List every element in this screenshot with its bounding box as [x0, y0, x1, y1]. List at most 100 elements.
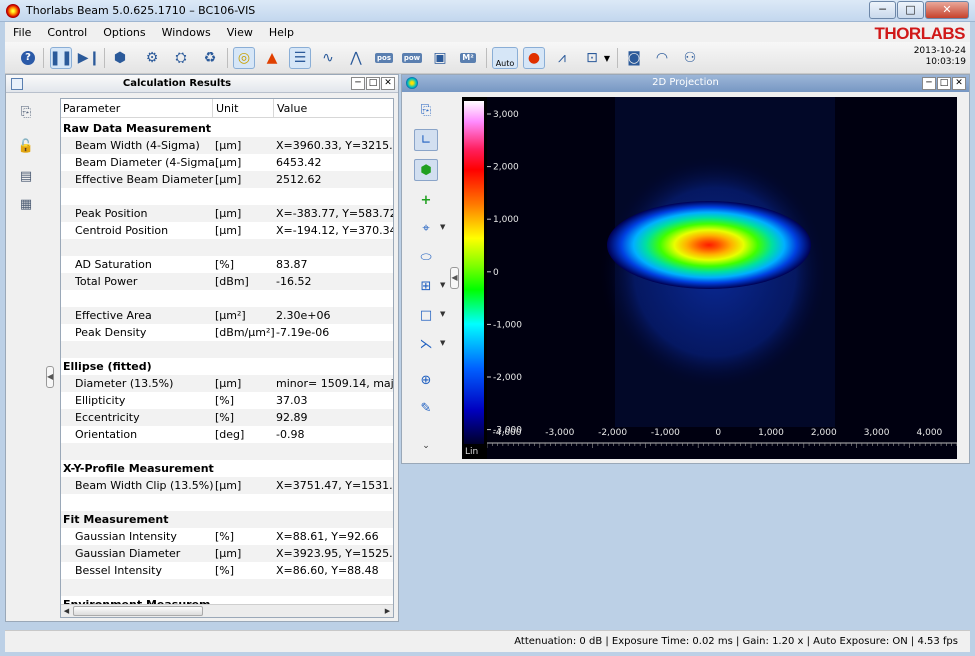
chevron-down-icon[interactable]: ▼: [440, 281, 445, 289]
edit-button[interactable]: ✎: [414, 397, 438, 419]
pause-button[interactable]: ❚❚: [49, 47, 73, 69]
beam-projection-plot[interactable]: Lin 3,000 2,000 1,000 0 -1,000 -2,000 -3…: [462, 97, 957, 459]
chevron-down-icon[interactable]: ▼: [440, 339, 445, 347]
section-row[interactable]: Fit Measurement: [61, 511, 393, 528]
chevron-down-icon[interactable]: ▼: [440, 223, 445, 231]
table-row[interactable]: Orientation [deg] -0.98: [61, 426, 393, 443]
multi-device-button[interactable]: ⚇: [679, 47, 701, 69]
calc-results-button[interactable]: ☰: [289, 47, 311, 69]
3d-view-button[interactable]: ▲: [261, 47, 283, 69]
m2-button[interactable]: M²: [457, 47, 479, 69]
export-image-button[interactable]: ⎘: [414, 99, 438, 121]
ruler-button[interactable]: ∟: [414, 129, 438, 151]
column-header-parameter[interactable]: Parameter: [63, 102, 120, 115]
column-header-value[interactable]: Value: [277, 102, 307, 115]
menu-help[interactable]: Help: [261, 26, 302, 39]
color-palette-button[interactable]: ●: [523, 47, 545, 69]
histogram-button[interactable]: ⩘: [551, 47, 573, 69]
table-row[interactable]: Diameter (13.5%) [µm] minor= 1509.14, majo…: [61, 375, 393, 392]
calc-minimize-button[interactable]: ─: [351, 77, 365, 90]
pass-fail-settings-button[interactable]: ▦: [15, 194, 37, 214]
blank-row[interactable]: [61, 494, 393, 511]
calc-close-button[interactable]: ✕: [381, 77, 395, 90]
menu-windows[interactable]: Windows: [154, 26, 219, 39]
xy-profile-button[interactable]: ∿: [317, 47, 339, 69]
table-row[interactable]: Peak Position [µm] X=-383.77, Y=583.72,: [61, 205, 393, 222]
menu-control[interactable]: Control: [39, 26, 95, 39]
export-button[interactable]: ⎘: [15, 102, 37, 122]
capture-button[interactable]: ◙: [623, 47, 645, 69]
auto-button[interactable]: Auto: [492, 47, 518, 69]
table-row[interactable]: Effective Beam Diameter [µm] 2512.62: [61, 171, 393, 188]
window-titlebar[interactable]: Thorlabs Beam 5.0.625.1710 – BC106-VIS ─…: [0, 0, 975, 22]
table-row[interactable]: AD Saturation [%] 83.87: [61, 256, 393, 273]
projection-maximize-button[interactable]: □: [937, 77, 951, 90]
section-row[interactable]: Raw Data Measurement: [61, 120, 393, 137]
blank-row[interactable]: [61, 239, 393, 256]
zoom-fit-button[interactable]: ⊕: [414, 369, 438, 391]
chevron-down-icon[interactable]: ▼: [440, 310, 445, 318]
scroll-right-icon[interactable]: ▶: [382, 606, 393, 616]
table-row[interactable]: Beam Width (4-Sigma) [µm] X=3960.33, Y=321…: [61, 137, 393, 154]
scroll-thumb[interactable]: [73, 606, 203, 616]
lock-button[interactable]: 🔓: [15, 136, 37, 156]
collapse-tools-handle[interactable]: ◀: [450, 267, 459, 289]
reset-button[interactable]: ♻: [199, 47, 221, 69]
ellipse-button[interactable]: ⬭: [414, 246, 438, 268]
section-row[interactable]: Ellipse (fitted): [61, 358, 393, 375]
table-row[interactable]: Centroid Position [µm] X=-194.12, Y=370.34…: [61, 222, 393, 239]
aperture-button[interactable]: ⋋ ▼: [414, 333, 446, 355]
scroll-left-icon[interactable]: ◀: [61, 606, 72, 616]
section-row[interactable]: X-Y-Profile Measurement: [61, 460, 393, 477]
table-row[interactable]: Beam Diameter (4-Sigma) [µm] 6453.42: [61, 154, 393, 171]
more-tools-button[interactable]: ⌄: [414, 439, 438, 453]
blank-row[interactable]: [61, 290, 393, 307]
help-button[interactable]: ?: [17, 47, 39, 69]
menu-view[interactable]: View: [219, 26, 261, 39]
crosshair-button[interactable]: ⌖ ▼: [414, 217, 445, 239]
menu-options[interactable]: Options: [95, 26, 153, 39]
minimize-button[interactable]: ─: [869, 1, 896, 19]
horizontal-scrollbar[interactable]: ◀ ▶: [61, 604, 393, 617]
blank-row[interactable]: [61, 341, 393, 358]
table-row[interactable]: Gaussian Diameter [µm] X=3923.95, Y=1525.1…: [61, 545, 393, 562]
column-header-unit[interactable]: Unit: [216, 102, 238, 115]
table-row[interactable]: Total Power [dBm] -16.52: [61, 273, 393, 290]
blank-row[interactable]: [61, 579, 393, 596]
table-row[interactable]: Effective Area [µm²] 2.30e+06: [61, 307, 393, 324]
power-button[interactable]: pow: [401, 47, 423, 69]
projection-panel-header[interactable]: 2D Projection ─ □ ✕: [402, 75, 969, 92]
maximize-button[interactable]: □: [897, 1, 924, 19]
beam-view-button[interactable]: ◎: [233, 47, 255, 69]
grid-button[interactable]: ⊞ ▼: [414, 275, 446, 297]
close-button[interactable]: ✕: [925, 1, 969, 19]
projection-minimize-button[interactable]: ─: [922, 77, 936, 90]
blank-row[interactable]: [61, 443, 393, 460]
position-button[interactable]: pos: [373, 47, 395, 69]
table-row[interactable]: Peak Density [dBm/µm²] -7.19e-06: [61, 324, 393, 341]
table-row[interactable]: Gaussian Intensity [%] X=88.61, Y=92.66: [61, 528, 393, 545]
calc-maximize-button[interactable]: □: [366, 77, 380, 90]
config-button[interactable]: ⛭: [170, 47, 192, 69]
camera-button[interactable]: ▣: [429, 47, 451, 69]
gauss-fit-button[interactable]: ⋀: [345, 47, 367, 69]
calc-panel-header[interactable]: Calculation Results ─ □ ✕: [6, 75, 398, 93]
roi-button[interactable]: □ ▼: [414, 304, 446, 326]
collapse-left-handle[interactable]: ◀: [46, 366, 54, 388]
add-marker-button[interactable]: +: [414, 189, 438, 211]
projection-close-button[interactable]: ✕: [952, 77, 966, 90]
window-layout-button[interactable]: ⊡: [581, 47, 603, 69]
pass-fail-button[interactable]: ▤: [15, 166, 37, 186]
table-row[interactable]: Beam Width Clip (13.5%) [µm] X=3751.47, Y=…: [61, 477, 393, 494]
settings-button[interactable]: ⚙: [141, 47, 163, 69]
single-shot-button[interactable]: ▶❙: [78, 47, 101, 69]
table-row[interactable]: Ellipticity [%] 37.03: [61, 392, 393, 409]
layout-dropdown[interactable]: ▼: [601, 47, 613, 69]
table-row[interactable]: Bessel Intensity [%] X=86.60, Y=88.48: [61, 562, 393, 579]
device-button[interactable]: ⬢: [109, 47, 131, 69]
color-map-button[interactable]: ⬢: [414, 159, 438, 181]
gauge-button[interactable]: ◠: [651, 47, 673, 69]
table-row[interactable]: Eccentricity [%] 92.89: [61, 409, 393, 426]
blank-row[interactable]: [61, 188, 393, 205]
menu-file[interactable]: File: [5, 26, 39, 39]
